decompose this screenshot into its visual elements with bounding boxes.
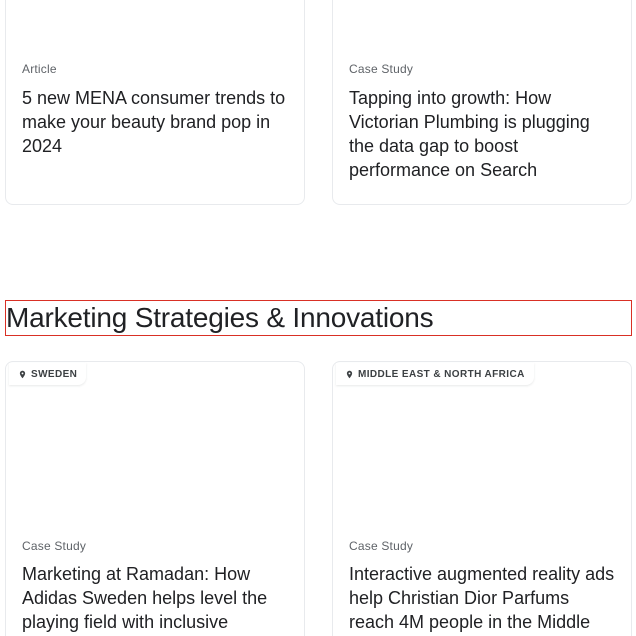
section-heading: Marketing Strategies & Innovations [6,302,434,333]
section-heading-container: Marketing Strategies & Innovations [5,300,632,336]
card-title[interactable]: Marketing at Ramadan: How Adidas Sweden … [22,562,288,634]
location-chip: MIDDLE EAST & NORTH AFRICA [336,363,534,385]
case-study-card[interactable]: Case Study Tapping into growth: How Vict… [332,0,632,205]
card-type-label: Article [22,62,57,76]
location-label: MIDDLE EAST & NORTH AFRICA [358,368,525,380]
card-type-label: Case Study [349,539,414,553]
location-pin-icon [346,370,353,378]
card-title[interactable]: Interactive augmented reality ads help C… [349,562,615,634]
card-type-label: Case Study [349,62,414,76]
article-card[interactable]: Article 5 new MENA consumer trends to ma… [5,0,305,205]
page: Article 5 new MENA consumer trends to ma… [0,0,636,636]
case-study-card[interactable]: MIDDLE EAST & NORTH AFRICA Case Study In… [332,361,632,636]
card-title[interactable]: Tapping into growth: How Victorian Plumb… [349,86,615,182]
card-title[interactable]: 5 new MENA consumer trends to make your … [22,86,288,158]
location-pin-icon [19,370,26,378]
case-study-card[interactable]: SWEDEN Case Study Marketing at Ramadan: … [5,361,305,636]
location-label: SWEDEN [31,368,78,380]
card-type-label: Case Study [22,539,87,553]
location-chip: SWEDEN [9,363,87,385]
